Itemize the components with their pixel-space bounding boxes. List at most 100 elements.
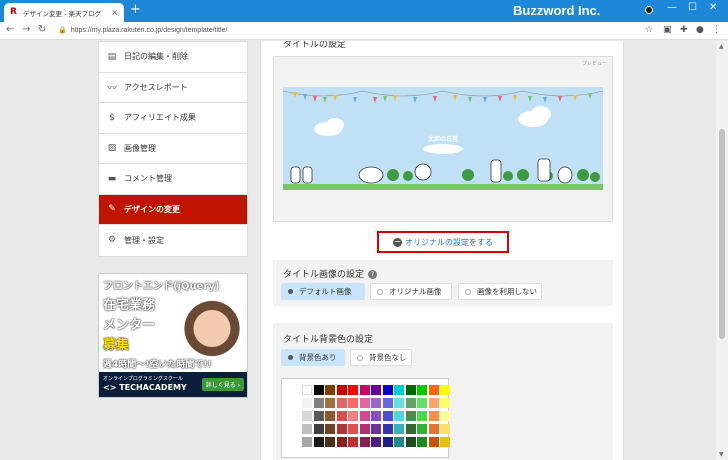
color-swatch[interactable] — [405, 398, 416, 408]
radio-original-image[interactable]: オリジナル画像 — [370, 283, 452, 300]
color-swatch[interactable] — [325, 437, 335, 447]
color-swatch[interactable] — [336, 385, 347, 395]
color-swatch[interactable] — [382, 411, 393, 421]
url-field[interactable]: 🔒 https://my.plaza.rakuten.co.jp/design/t… — [58, 24, 227, 38]
color-swatch[interactable] — [405, 411, 416, 421]
color-swatch[interactable] — [336, 424, 347, 434]
color-swatch[interactable] — [394, 424, 404, 434]
color-swatch[interactable] — [348, 411, 358, 421]
maximize-button[interactable]: ☐ — [688, 2, 697, 13]
color-swatch[interactable] — [428, 437, 439, 447]
star-icon[interactable]: ☆ — [645, 25, 653, 35]
sidebar-item-comments[interactable]: ▬ コメント管理 — [99, 164, 247, 195]
color-swatch[interactable] — [313, 437, 324, 447]
help-icon[interactable]: ? — [368, 270, 378, 279]
color-swatch[interactable] — [394, 385, 404, 395]
color-swatch[interactable] — [428, 398, 439, 408]
color-swatch[interactable] — [302, 398, 312, 408]
scroll-down-icon[interactable]: ▼ — [719, 451, 724, 458]
color-swatch[interactable] — [371, 437, 381, 447]
color-swatch[interactable] — [417, 411, 427, 421]
account-icon[interactable] — [645, 6, 653, 14]
color-swatch[interactable] — [371, 398, 381, 408]
color-swatch[interactable] — [371, 411, 381, 421]
menu-kebab-icon[interactable]: ⋮ — [712, 25, 721, 35]
color-swatch[interactable] — [417, 398, 427, 408]
color-swatch[interactable] — [302, 437, 312, 447]
color-swatch[interactable] — [325, 411, 335, 421]
color-swatch[interactable] — [336, 411, 347, 421]
sidebar-item-edit-diary[interactable]: ▤ 日記の編集・削除 — [99, 42, 247, 73]
color-swatch[interactable] — [440, 437, 450, 447]
extensions-icon[interactable]: ✚ — [680, 25, 688, 35]
color-swatch[interactable] — [313, 385, 324, 395]
color-swatch[interactable] — [371, 424, 381, 434]
back-arrow-icon[interactable]: ← — [6, 24, 14, 35]
color-swatch[interactable] — [428, 424, 439, 434]
color-swatch[interactable] — [417, 424, 427, 434]
reload-icon[interactable]: ↻ — [38, 24, 46, 35]
color-swatch[interactable] — [325, 424, 335, 434]
color-swatch[interactable] — [394, 398, 404, 408]
color-swatch[interactable] — [313, 411, 324, 421]
color-swatch[interactable] — [359, 437, 370, 447]
radio-no-image[interactable]: 画像を利用しない — [458, 283, 542, 300]
color-swatch[interactable] — [405, 424, 416, 434]
profile-icon[interactable]: ● — [696, 25, 704, 35]
sidebar-item-images[interactable]: ▨ 画像管理 — [99, 134, 247, 164]
color-swatch[interactable] — [359, 398, 370, 408]
color-swatch[interactable] — [428, 411, 439, 421]
color-swatch[interactable] — [382, 398, 393, 408]
forward-arrow-icon[interactable]: → — [22, 24, 30, 35]
color-swatch[interactable] — [336, 398, 347, 408]
color-swatch[interactable] — [313, 424, 324, 434]
color-swatch[interactable] — [359, 385, 370, 395]
radio-default-image[interactable]: デフォルト画像 — [281, 283, 365, 300]
color-swatch[interactable] — [382, 385, 393, 395]
tab-close-icon[interactable]: × — [111, 8, 118, 17]
original-settings-button[interactable]: − オリジナルの設定をする — [377, 231, 509, 253]
close-window-button[interactable]: ✕ — [709, 2, 717, 13]
sidebar-item-access-report[interactable]: 〰 アクセスレポート — [99, 73, 247, 103]
radio-bg-on[interactable]: 背景色あり — [281, 349, 345, 366]
scroll-up-icon[interactable]: ▲ — [719, 43, 724, 50]
color-swatch[interactable] — [394, 437, 404, 447]
color-swatch[interactable] — [382, 424, 393, 434]
sidebar-item-affiliate[interactable]: $ アフィリエイト成果 — [99, 103, 247, 134]
color-swatch[interactable] — [348, 398, 358, 408]
radio-bg-off[interactable]: 背景色なし — [350, 349, 412, 366]
color-swatch[interactable] — [336, 437, 347, 447]
minimize-button[interactable]: — — [667, 2, 677, 13]
color-swatch[interactable] — [348, 385, 358, 395]
advertisement-banner[interactable]: フロントエンド(jQuery) 在宅業務 メンター 募集 週4時間〜!空いた時間… — [98, 273, 248, 398]
color-swatch[interactable] — [440, 411, 450, 421]
color-swatch[interactable] — [417, 437, 427, 447]
color-swatch[interactable] — [417, 385, 427, 395]
color-swatch[interactable] — [405, 385, 416, 395]
color-swatch[interactable] — [348, 437, 358, 447]
color-swatch[interactable] — [428, 385, 439, 395]
color-swatch[interactable] — [325, 385, 335, 395]
vertical-scrollbar[interactable]: ▲ ▼ — [716, 41, 728, 460]
color-swatch[interactable] — [359, 411, 370, 421]
new-tab-button[interactable]: + — [130, 3, 141, 17]
color-swatch[interactable] — [440, 424, 450, 434]
color-swatch[interactable] — [348, 424, 358, 434]
color-swatch[interactable] — [313, 398, 324, 408]
color-swatch[interactable] — [405, 437, 416, 447]
screenshot-icon[interactable]: ▣ — [663, 25, 672, 35]
browser-tab[interactable]: R デザイン変更 - 楽天ブログ × — [4, 3, 124, 22]
color-swatch[interactable] — [371, 385, 381, 395]
sidebar-item-design[interactable]: ✎ デザインの変更 — [99, 194, 247, 225]
color-swatch[interactable] — [382, 437, 393, 447]
color-swatch[interactable] — [394, 411, 404, 421]
color-swatch[interactable] — [302, 385, 312, 395]
color-swatch[interactable] — [325, 398, 335, 408]
color-swatch[interactable] — [302, 411, 312, 421]
color-swatch[interactable] — [302, 424, 312, 434]
color-swatch[interactable] — [440, 385, 450, 395]
sidebar-item-settings[interactable]: ⚙ 管理・設定 — [99, 225, 247, 256]
scrollbar-thumb[interactable] — [719, 129, 725, 339]
color-swatch[interactable] — [440, 398, 450, 408]
color-swatch[interactable] — [359, 424, 370, 434]
